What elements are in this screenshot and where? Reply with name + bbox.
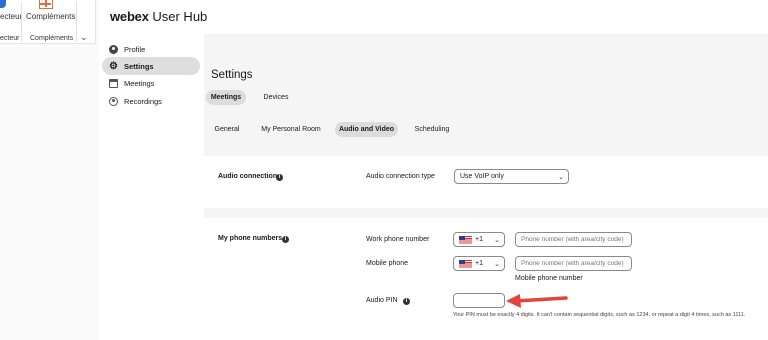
audio-connection-type-value: Use VoIP only xyxy=(460,173,504,180)
sidebar-item-label: Settings xyxy=(124,61,154,71)
audio-pin-helper: Your PIN must be exactly 4 digits. It ca… xyxy=(453,312,746,318)
recordings-icon xyxy=(109,96,118,106)
mobile-phone-caption: Mobile phone number xyxy=(515,275,583,282)
sidebar-item-profile[interactable]: Profile xyxy=(102,40,200,58)
us-flag-icon xyxy=(459,235,472,244)
chevron-down-icon[interactable]: ⌄ xyxy=(80,32,88,43)
lecteur-group-label: ecteur xyxy=(0,35,20,42)
chevron-down-icon: ⌄ xyxy=(494,261,500,268)
lecteur-group[interactable]: ecteur ecteur xyxy=(0,0,22,44)
work-country-code-select[interactable]: +1 ⌄ xyxy=(453,232,505,247)
chevron-down-icon: ⌄ xyxy=(494,237,500,244)
mobile-phone-input[interactable] xyxy=(515,256,632,271)
addins-group-label: Compléments xyxy=(30,35,74,42)
subtab-audio-video[interactable]: Audio and Video xyxy=(335,122,398,137)
mobile-phone-label: Mobile phone xyxy=(366,260,409,267)
info-icon[interactable]: i xyxy=(276,174,283,181)
subtab-scheduling[interactable]: Scheduling xyxy=(409,122,455,137)
lecteur-label: ecteur xyxy=(0,12,23,21)
info-icon[interactable]: i xyxy=(282,236,289,243)
sidebar-item-meetings[interactable]: Meetings xyxy=(102,74,200,92)
brand-logo: webex User Hub xyxy=(110,9,207,24)
phone-numbers-title: My phone numbers xyxy=(218,235,283,242)
work-phone-input[interactable] xyxy=(515,232,632,247)
sidebar-item-settings[interactable]: ⚙ Settings xyxy=(102,57,200,75)
addins-group[interactable]: Compléments Compléments xyxy=(22,0,76,44)
info-icon[interactable]: i xyxy=(403,298,410,305)
chevron-down-icon: ⌄ xyxy=(558,174,564,181)
office-ribbon: ecteur ecteur Compléments Compléments ⌄ xyxy=(0,0,98,340)
phone-numbers-card: My phone numbers i Work phone number +1 … xyxy=(204,218,768,340)
us-flag-icon xyxy=(459,259,472,268)
mobile-country-code: +1 xyxy=(475,260,483,267)
sidebar-item-label: Profile xyxy=(124,44,146,54)
calendar-icon xyxy=(109,78,118,88)
tab-devices[interactable]: Devices xyxy=(256,90,296,105)
sidebar: Profile ⚙ Settings Meetings Recordings xyxy=(98,34,204,340)
profile-icon xyxy=(109,44,118,54)
tab-meetings[interactable]: Meetings xyxy=(206,90,246,105)
audio-connection-card: Audio connection i Audio connection type… xyxy=(204,156,768,208)
sidebar-item-label: Recordings xyxy=(124,96,162,106)
audio-connection-title: Audio connection xyxy=(218,173,278,180)
main-content: Settings Meetings Devices General My Per… xyxy=(204,34,768,340)
gear-icon: ⚙ xyxy=(109,60,118,72)
addins-icon xyxy=(39,0,53,9)
app-header: webex User Hub xyxy=(98,0,768,34)
ribbon-divider xyxy=(76,2,77,42)
brand-user-hub: User Hub xyxy=(152,9,208,24)
audio-connection-type-label: Audio connection type xyxy=(366,173,435,180)
work-country-code: +1 xyxy=(475,236,483,243)
sidebar-item-label: Meetings xyxy=(124,78,155,88)
work-phone-label: Work phone number xyxy=(366,236,430,243)
subtab-general[interactable]: General xyxy=(209,122,245,137)
audio-pin-input[interactable] xyxy=(453,293,505,308)
reader-icon xyxy=(0,0,6,8)
audio-pin-label: Audio PIN xyxy=(366,297,398,304)
brand-webex: webex xyxy=(110,9,149,24)
sidebar-item-recordings[interactable]: Recordings xyxy=(102,92,200,110)
page-title: Settings xyxy=(211,69,253,81)
mobile-country-code-select[interactable]: +1 ⌄ xyxy=(453,256,505,271)
ribbon-strip: ecteur ecteur Compléments Compléments ⌄ xyxy=(0,0,96,44)
addins-label: Compléments xyxy=(26,12,76,21)
subtab-personal-room[interactable]: My Personal Room xyxy=(257,122,325,137)
audio-connection-type-select[interactable]: Use VoIP only ⌄ xyxy=(454,169,569,184)
